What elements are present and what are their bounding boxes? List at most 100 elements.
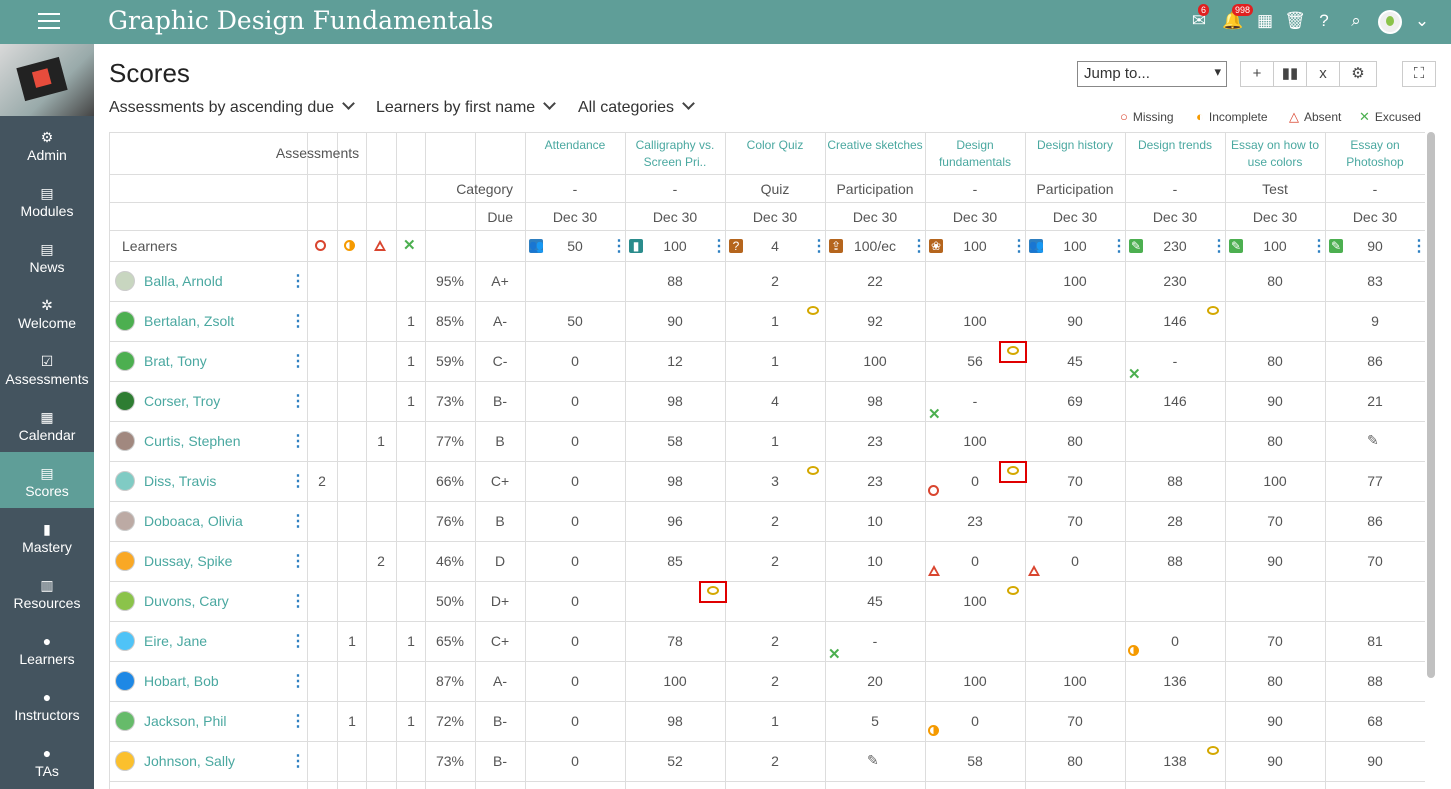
- score-cell[interactable]: 5: [825, 713, 925, 729]
- score-cell[interactable]: 1: [725, 313, 825, 329]
- learner-menu-icon[interactable]: ⋮: [290, 471, 306, 491]
- score-cell[interactable]: 90: [1225, 753, 1325, 769]
- score-cell[interactable]: 88: [1125, 473, 1225, 489]
- score-cell[interactable]: 69: [1025, 393, 1125, 409]
- score-cell[interactable]: 86: [1325, 353, 1425, 369]
- learner-menu-icon[interactable]: ⋮: [290, 271, 306, 291]
- score-cell[interactable]: 0: [525, 673, 625, 689]
- score-cell[interactable]: 80: [1225, 673, 1325, 689]
- learner-menu-icon[interactable]: ⋮: [290, 391, 306, 411]
- score-cell[interactable]: 100: [925, 673, 1025, 689]
- score-cell[interactable]: 0: [525, 553, 625, 569]
- assessment-menu-icon[interactable]: ⋮: [1311, 236, 1327, 256]
- score-cell[interactable]: 70: [1025, 473, 1125, 489]
- score-cell[interactable]: 90: [1325, 753, 1425, 769]
- score-cell[interactable]: 23: [825, 473, 925, 489]
- learner-name[interactable]: Hobart, Bob: [144, 673, 219, 689]
- learner-name[interactable]: Duvons, Cary: [144, 593, 229, 609]
- score-cell[interactable]: 146: [1125, 393, 1225, 409]
- assessment-column-title[interactable]: Essay on Photoshop: [1325, 137, 1425, 171]
- score-cell[interactable]: 90: [625, 313, 725, 329]
- score-cell[interactable]: 88: [1325, 673, 1425, 689]
- score-cell[interactable]: 98: [825, 393, 925, 409]
- sidebar-item-welcome[interactable]: ✲ Welcome: [0, 284, 94, 340]
- jump-to-select[interactable]: Jump to...: [1077, 61, 1227, 87]
- learner-menu-icon[interactable]: ⋮: [290, 591, 306, 611]
- score-cell[interactable]: 0: [925, 553, 1025, 569]
- sidebar-item-modules[interactable]: ▤ Modules: [0, 172, 94, 228]
- score-cell[interactable]: 1: [725, 433, 825, 449]
- score-cell[interactable]: 90: [1225, 713, 1325, 729]
- score-cell[interactable]: 23: [925, 513, 1025, 529]
- score-cell[interactable]: 2: [725, 633, 825, 649]
- comment-bubble-icon[interactable]: [1207, 306, 1219, 315]
- score-cell[interactable]: 12: [625, 353, 725, 369]
- score-cell[interactable]: 80: [1225, 273, 1325, 289]
- learner-name[interactable]: Balla, Arnold: [144, 273, 223, 289]
- learner-menu-icon[interactable]: ⋮: [290, 551, 306, 571]
- learner-name[interactable]: Diss, Travis: [144, 473, 216, 489]
- score-cell[interactable]: 20: [825, 673, 925, 689]
- score-cell[interactable]: 100: [1225, 473, 1325, 489]
- score-cell[interactable]: 2: [725, 553, 825, 569]
- score-cell[interactable]: 98: [625, 473, 725, 489]
- score-cell[interactable]: 100: [825, 353, 925, 369]
- score-cell[interactable]: 81: [1325, 633, 1425, 649]
- assessment-column-title[interactable]: Essay on how to use colors: [1225, 137, 1325, 171]
- sidebar-item-mastery[interactable]: ▮ Mastery: [0, 508, 94, 564]
- score-cell[interactable]: 68: [1325, 713, 1425, 729]
- trash-icon[interactable]: 🗑: [1284, 10, 1306, 32]
- learner-menu-icon[interactable]: ⋮: [290, 751, 306, 771]
- learner-name[interactable]: Bertalan, Zsolt: [144, 313, 234, 329]
- score-cell[interactable]: 0: [525, 393, 625, 409]
- assessment-menu-icon[interactable]: ⋮: [1411, 236, 1425, 256]
- sidebar-item-admin[interactable]: ⚙ Admin: [0, 116, 94, 172]
- score-cell[interactable]: 100: [1025, 673, 1125, 689]
- score-cell[interactable]: 78: [625, 633, 725, 649]
- chart-icon[interactable]: ▮▮: [1273, 61, 1307, 87]
- score-cell[interactable]: 21: [1325, 393, 1425, 409]
- score-cell[interactable]: 45: [1025, 353, 1125, 369]
- excel-export-icon[interactable]: x: [1306, 61, 1340, 87]
- score-cell[interactable]: 2: [725, 673, 825, 689]
- score-cell[interactable]: 1: [725, 713, 825, 729]
- score-cell[interactable]: 90: [1225, 553, 1325, 569]
- assessment-column-title[interactable]: Creative sketches: [825, 137, 925, 154]
- bell-icon[interactable]: 🔔 998: [1222, 4, 1254, 32]
- score-cell[interactable]: 70: [1225, 513, 1325, 529]
- score-cell[interactable]: 88: [625, 273, 725, 289]
- assessment-sort-dropdown[interactable]: Assessments by ascending due: [109, 99, 353, 117]
- score-cell[interactable]: 45: [825, 593, 925, 609]
- category-filter-dropdown[interactable]: All categories: [578, 99, 693, 117]
- learner-name[interactable]: Doboaca, Olivia: [144, 513, 243, 529]
- score-cell[interactable]: 9: [1325, 313, 1425, 329]
- score-cell[interactable]: 83: [1325, 273, 1425, 289]
- score-cell[interactable]: 0: [525, 593, 625, 609]
- assessment-column-title[interactable]: Design trends: [1125, 137, 1225, 154]
- assessment-menu-icon[interactable]: ⋮: [1011, 236, 1027, 256]
- sidebar-item-tas[interactable]: ● TAs: [0, 732, 94, 788]
- learner-menu-icon[interactable]: ⋮: [290, 351, 306, 371]
- sidebar-item-instructors[interactable]: ● Instructors: [0, 676, 94, 732]
- score-cell[interactable]: 70: [1225, 633, 1325, 649]
- score-cell[interactable]: 58: [625, 433, 725, 449]
- add-button[interactable]: +: [1240, 61, 1274, 87]
- vertical-scrollbar[interactable]: [1427, 132, 1435, 678]
- learner-menu-icon[interactable]: ⋮: [290, 511, 306, 531]
- learner-sort-dropdown[interactable]: Learners by first name: [376, 99, 554, 117]
- settings-icon[interactable]: ⚙: [1339, 61, 1377, 87]
- score-cell[interactable]: 230: [1125, 273, 1225, 289]
- hamburger-menu-icon[interactable]: [38, 13, 60, 31]
- learner-name[interactable]: Eire, Jane: [144, 633, 207, 649]
- learner-name[interactable]: Curtis, Stephen: [144, 433, 241, 449]
- sidebar-item-news[interactable]: ▤ News: [0, 228, 94, 284]
- score-cell[interactable]: 100: [925, 593, 1025, 609]
- score-cell[interactable]: 0: [1125, 633, 1225, 649]
- score-cell[interactable]: 0: [525, 433, 625, 449]
- assessment-column-title[interactable]: Calligraphy vs. Screen Pri..: [625, 137, 725, 171]
- score-cell[interactable]: 10: [825, 553, 925, 569]
- score-cell[interactable]: 58: [925, 753, 1025, 769]
- score-cell[interactable]: 0: [925, 713, 1025, 729]
- score-cell[interactable]: 0: [1025, 553, 1125, 569]
- score-cell[interactable]: 10: [825, 513, 925, 529]
